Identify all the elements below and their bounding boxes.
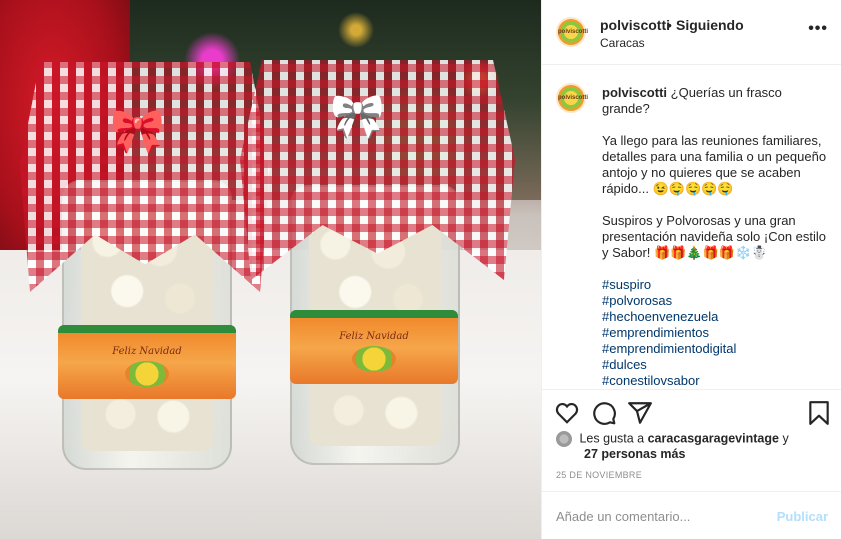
post-header: polviscotti polviscotti • Siguiendo Cara… xyxy=(542,0,841,65)
avatar[interactable]: polviscotti xyxy=(556,17,589,47)
hashtag-link[interactable]: #conestilovsabor xyxy=(602,373,827,388)
hashtag-link[interactable]: #suspiro xyxy=(602,277,827,293)
caption-area: polviscotti polviscotti ¿Querías un fras… xyxy=(542,66,841,388)
jar-label: Feliz Navidad xyxy=(58,325,236,399)
caption-text: polviscotti ¿Querías un frasco grande? Y… xyxy=(602,85,827,388)
hashtag-list: #suspiro #polvorosas #hechoenvenezuela #… xyxy=(602,277,827,388)
post-date[interactable]: 25 DE NOVIEMBRE xyxy=(556,470,642,480)
action-bar xyxy=(542,389,841,435)
comment-input[interactable] xyxy=(556,507,756,525)
caption-username[interactable]: polviscotti xyxy=(602,85,667,100)
header-username[interactable]: polviscotti xyxy=(600,17,670,33)
post-side-panel: polviscotti polviscotti • Siguiendo Cara… xyxy=(541,0,841,539)
location-link[interactable]: Caracas xyxy=(600,36,645,50)
comment-icon[interactable] xyxy=(591,400,617,426)
caption-paragraph: Ya llego para las reuniones familiares, … xyxy=(602,133,827,196)
likes-summary: Les gusta a caracasgaragevintage y 27 pe… xyxy=(556,431,836,462)
hashtag-link[interactable]: #emprendimientodigital xyxy=(602,341,827,357)
share-icon[interactable] xyxy=(627,400,653,426)
white-bow: 🎀 xyxy=(330,92,385,141)
post-photo[interactable]: 🎀 Feliz Navidad 🎀 Feliz Navidad xyxy=(0,0,541,539)
label-script-text: Feliz Navidad xyxy=(339,330,409,342)
avatar[interactable]: polviscotti xyxy=(556,83,589,113)
avatar-text: polviscotti xyxy=(558,95,589,101)
label-logo xyxy=(125,360,169,387)
likes-connector: y xyxy=(782,431,789,446)
avatar-text: polviscotti xyxy=(558,29,589,35)
separator-dot: • xyxy=(667,17,672,33)
likes-others-link[interactable]: 27 personas más xyxy=(584,447,836,462)
red-bow: 🎀 xyxy=(110,107,165,156)
liker-username[interactable]: caracasgaragevintage xyxy=(648,431,779,445)
jar-left: 🎀 Feliz Navidad xyxy=(20,62,270,480)
label-script-text: Feliz Navidad xyxy=(112,345,182,357)
label-logo xyxy=(352,345,396,372)
jar-label: Feliz Navidad xyxy=(290,310,458,384)
following-button[interactable]: Siguiendo xyxy=(676,17,744,33)
likes-prefix: Les gusta a xyxy=(579,431,645,446)
bookmark-icon[interactable] xyxy=(806,400,832,426)
jar-gingham-cap xyxy=(20,62,270,292)
publish-button[interactable]: Publicar xyxy=(777,509,828,524)
more-options-icon[interactable]: ••• xyxy=(808,20,828,38)
hashtag-link[interactable]: #hechoenvenezuela xyxy=(602,309,827,325)
jar-right: 🎀 Feliz Navidad xyxy=(240,60,515,470)
heart-icon[interactable] xyxy=(554,400,580,426)
caption-paragraph: Suspiros y Polvorosas y una gran present… xyxy=(602,213,827,260)
comment-bar: Publicar xyxy=(542,491,841,539)
hashtag-link[interactable]: #polvorosas xyxy=(602,293,827,309)
hashtag-link[interactable]: #emprendimientos xyxy=(602,325,827,341)
liker-avatar[interactable] xyxy=(556,431,572,447)
hashtag-link[interactable]: #dulces xyxy=(602,357,827,373)
